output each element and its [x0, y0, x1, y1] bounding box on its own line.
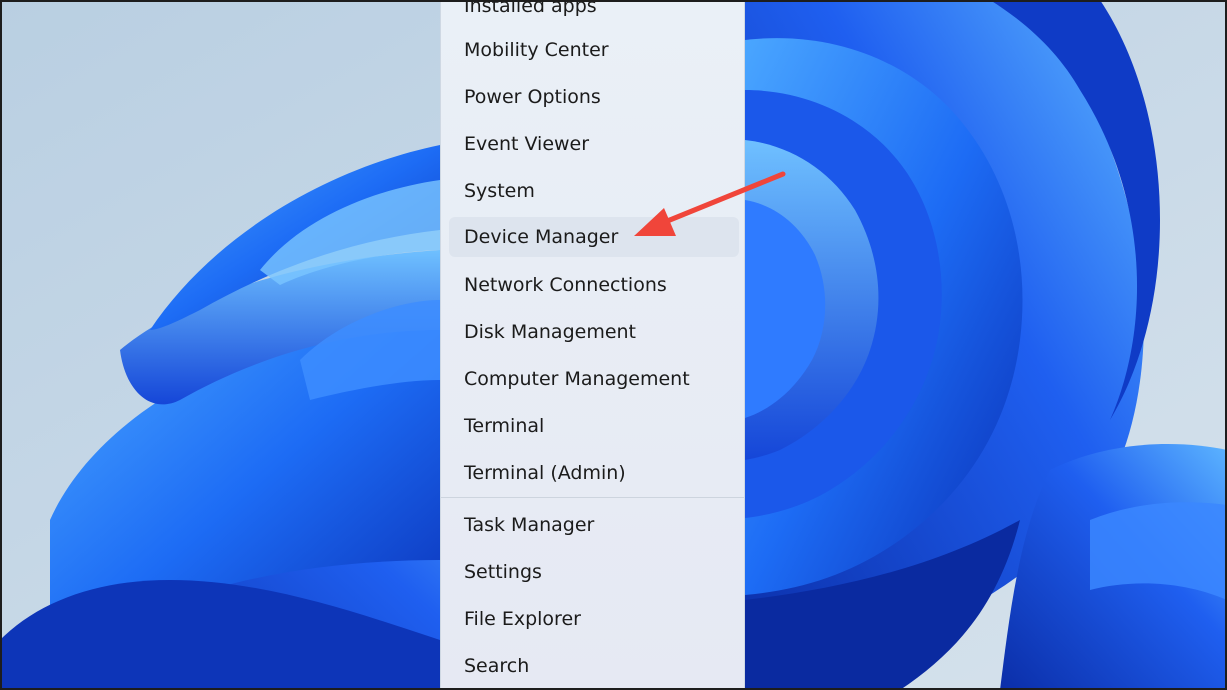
menu-item-installed-apps[interactable]: Installed apps [449, 0, 739, 26]
menu-item-terminal[interactable]: Terminal [449, 406, 739, 446]
menu-item-event-viewer[interactable]: Event Viewer [449, 124, 739, 164]
menu-item-network-connections[interactable]: Network Connections [449, 265, 739, 305]
menu-item-system[interactable]: System [449, 171, 739, 211]
menu-item-settings[interactable]: Settings [449, 552, 739, 592]
menu-item-task-manager[interactable]: Task Manager [449, 505, 739, 545]
menu-item-mobility-center[interactable]: Mobility Center [449, 30, 739, 70]
menu-item-computer-management[interactable]: Computer Management [449, 359, 739, 399]
menu-item-disk-management[interactable]: Disk Management [449, 312, 739, 352]
menu-item-search[interactable]: Search [449, 646, 739, 686]
menu-item-file-explorer[interactable]: File Explorer [449, 599, 739, 639]
desktop-screen: Installed apps Mobility Center Power Opt… [0, 0, 1227, 690]
menu-item-power-options[interactable]: Power Options [449, 77, 739, 117]
menu-separator [441, 497, 744, 498]
menu-item-device-manager[interactable]: Device Manager [449, 217, 739, 257]
menu-item-terminal-admin[interactable]: Terminal (Admin) [449, 453, 739, 493]
quick-link-menu: Installed apps Mobility Center Power Opt… [440, 0, 745, 690]
